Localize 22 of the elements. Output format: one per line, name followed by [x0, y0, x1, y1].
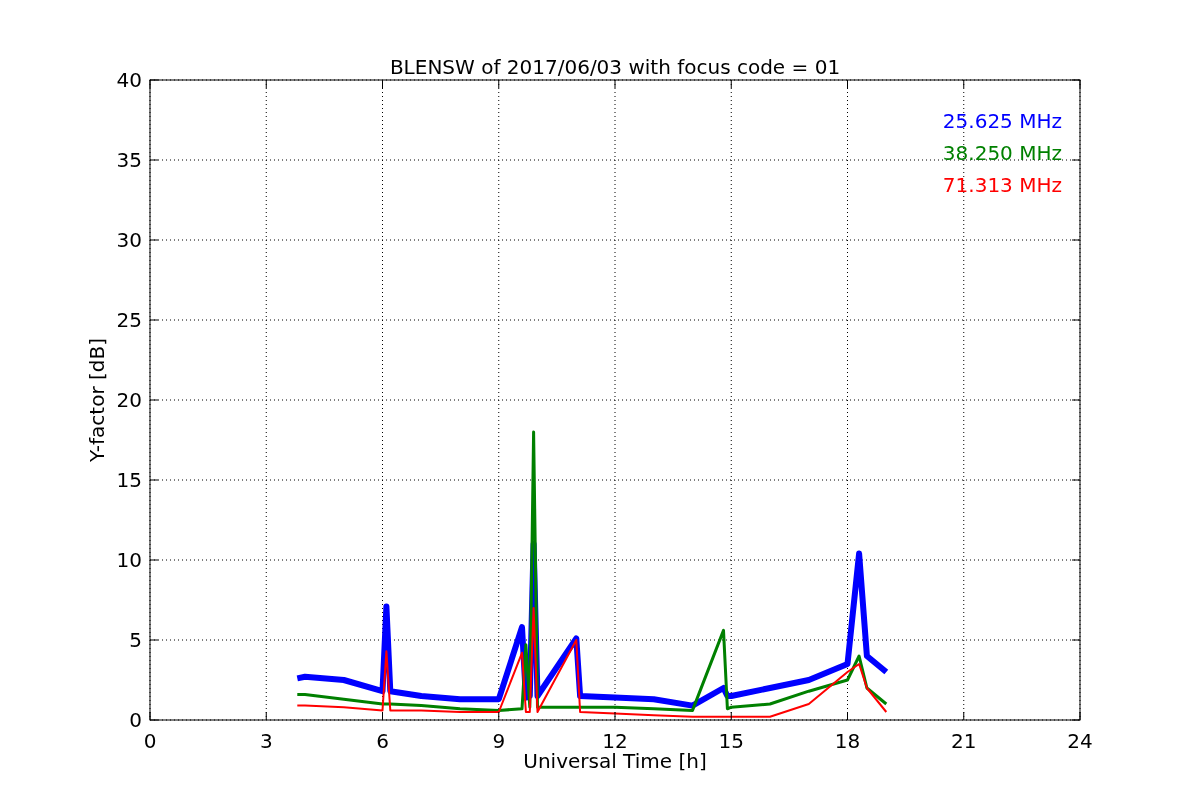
- y-tick-label: 10: [116, 548, 142, 572]
- x-tick-label: 18: [834, 729, 861, 753]
- y-tick-label: 25: [116, 308, 142, 332]
- x-tick-label: 6: [376, 729, 389, 753]
- x-tick-label: 9: [492, 729, 506, 753]
- y-tick-label: 40: [116, 68, 142, 92]
- y-axis-label: Y-factor [dB]: [85, 338, 109, 462]
- legend-label: 25.625 MHz: [942, 109, 1062, 133]
- x-tick-label: 15: [718, 729, 744, 753]
- legend-label: 71.313 MHz: [942, 173, 1062, 197]
- y-tick-label: 5: [129, 628, 142, 652]
- x-tick-label: 3: [259, 729, 273, 753]
- y-tick-label: 15: [116, 468, 142, 492]
- chart-title: BLENSW of 2017/06/03 with focus code = 01: [389, 55, 841, 79]
- y-tick-label: 0: [129, 708, 142, 732]
- x-tick-label: 24: [1067, 729, 1093, 753]
- x-tick-label: 0: [143, 729, 157, 753]
- y-tick-label: 30: [116, 228, 142, 252]
- y-tick-label: 20: [116, 388, 142, 412]
- y-tick-label: 35: [116, 148, 142, 172]
- x-tick-label: 21: [951, 729, 977, 753]
- legend-label: 38.250 MHz: [942, 141, 1062, 165]
